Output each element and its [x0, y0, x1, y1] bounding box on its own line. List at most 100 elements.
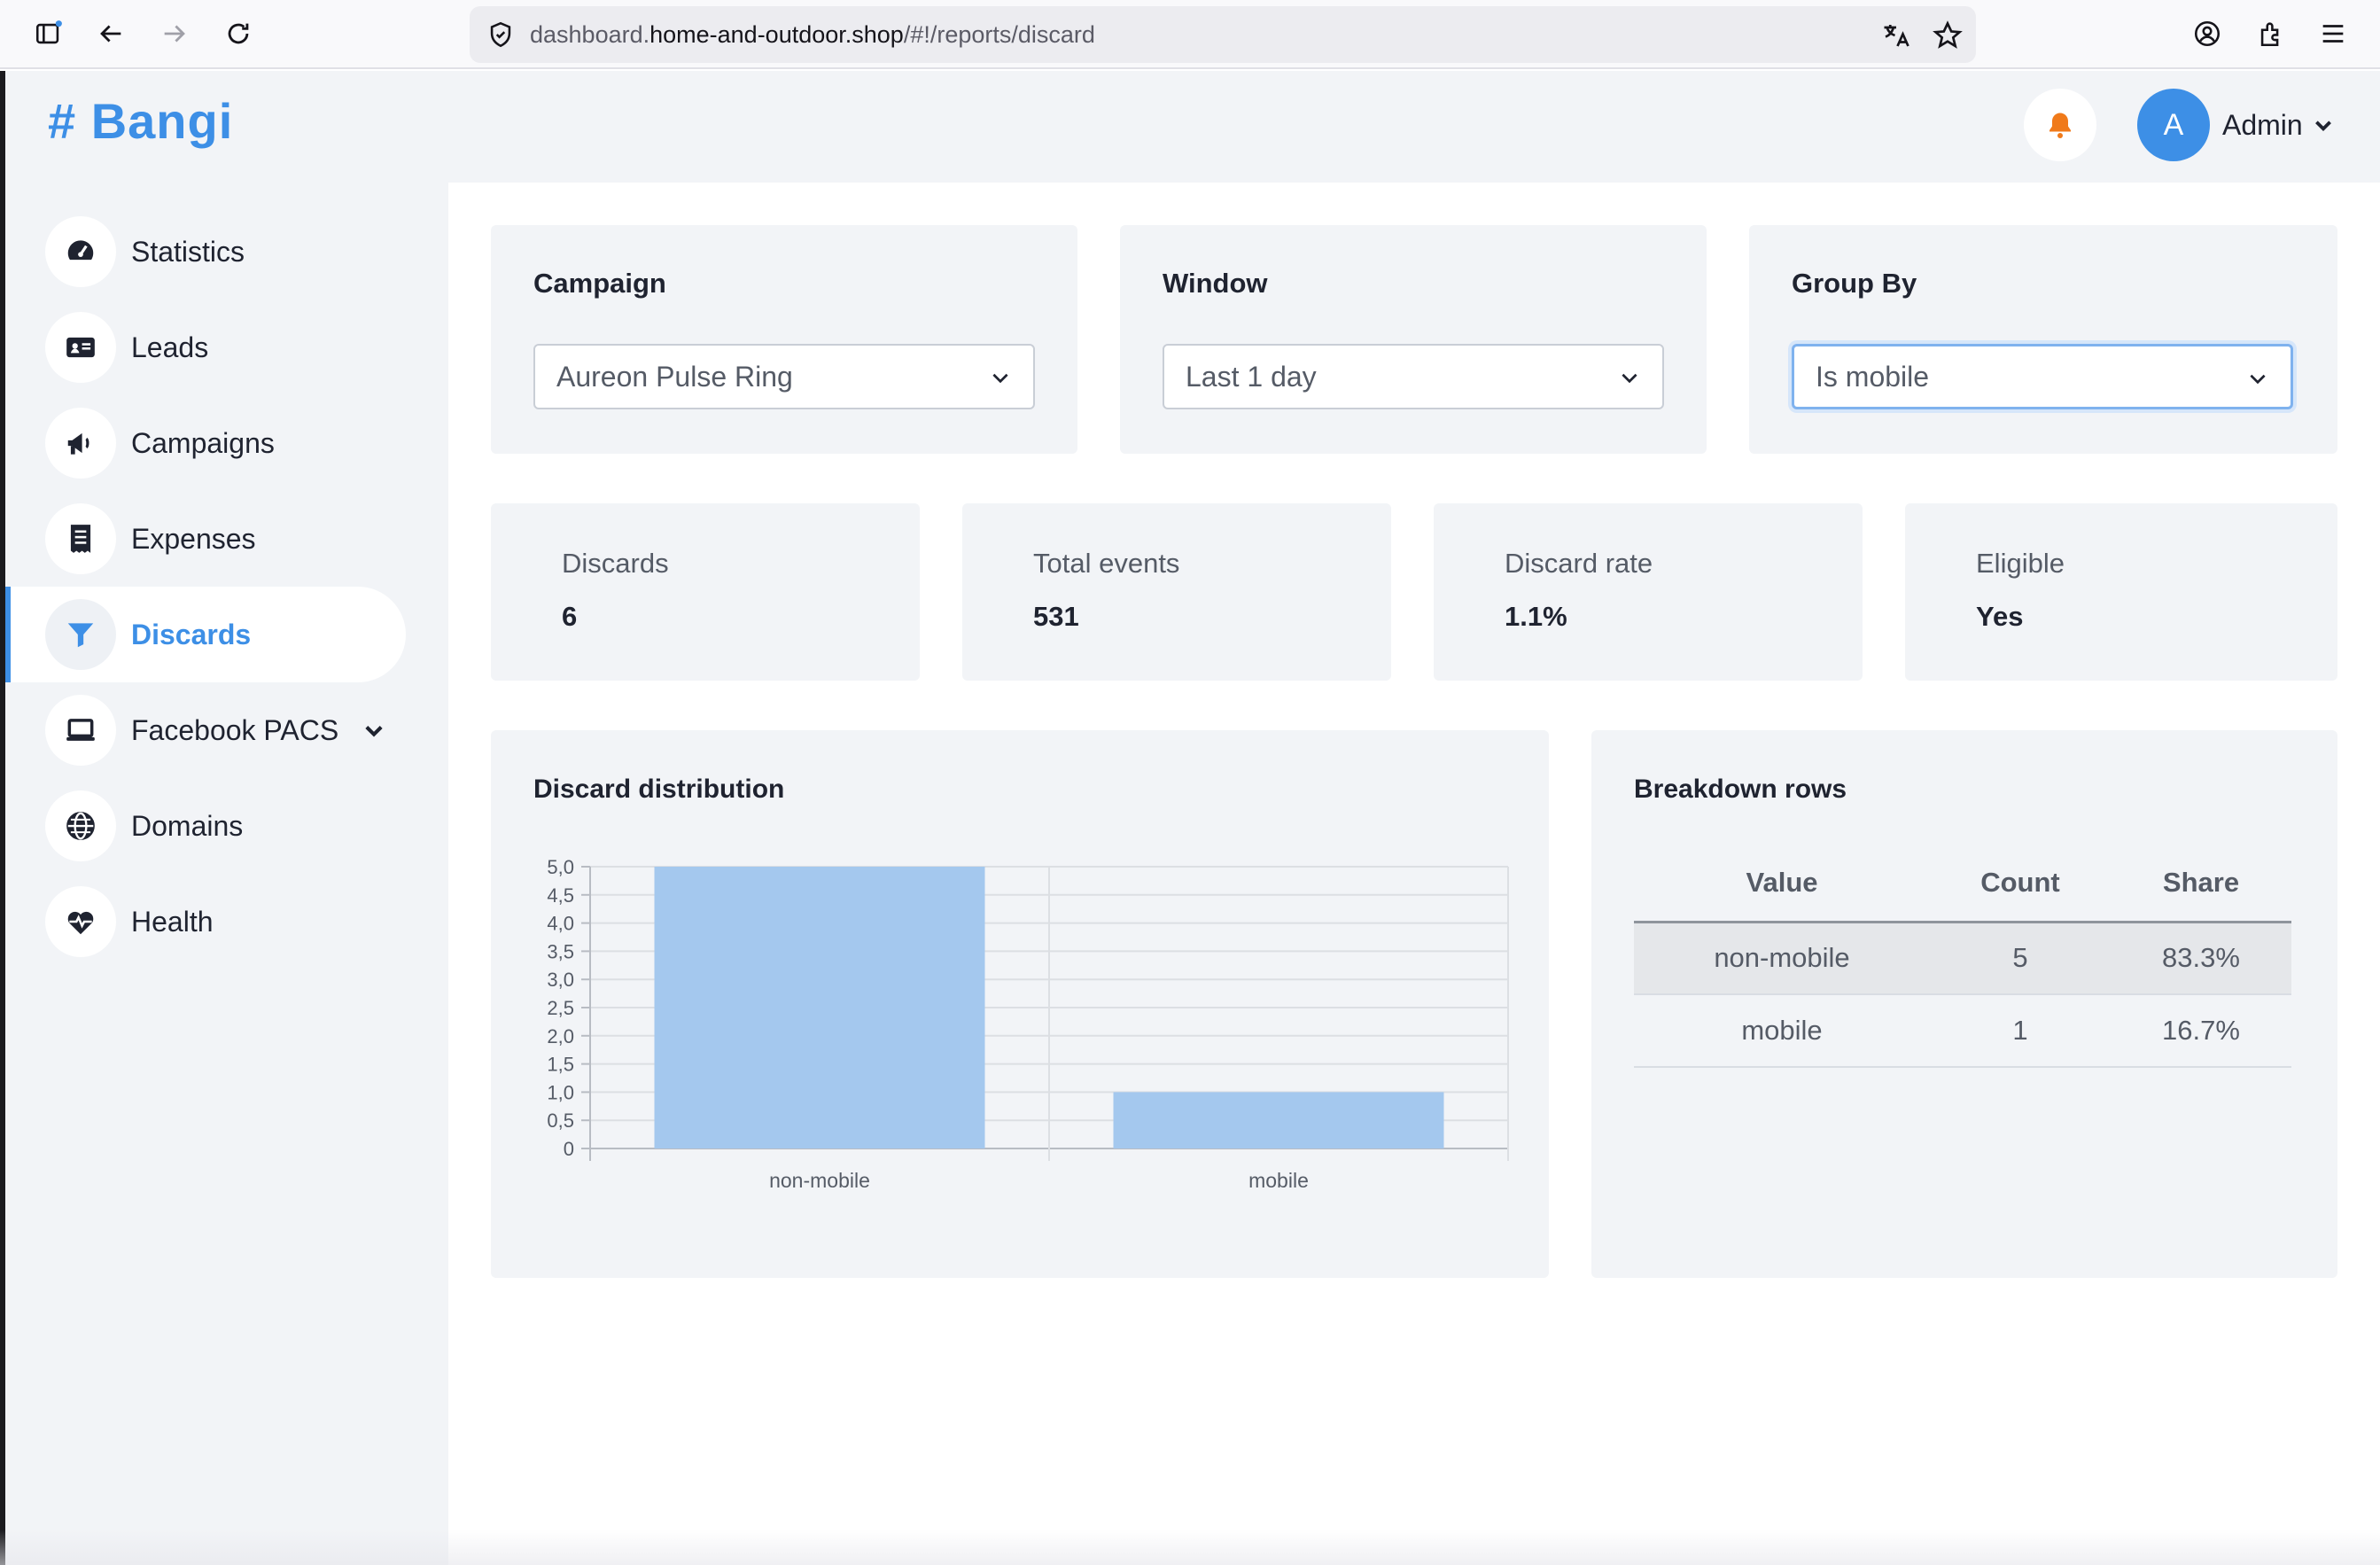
stat-label: Total events [1033, 548, 1180, 579]
bookmark-star-icon[interactable] [1932, 19, 1964, 51]
sidebar-item-leads[interactable]: Leads [5, 300, 406, 395]
sidebar-item-health[interactable]: Health [5, 874, 406, 969]
user-name: Admin [2222, 109, 2303, 141]
y-tick-label: 4,5 [547, 884, 574, 907]
address-bar[interactable]: dashboard.home-and-outdoor.shop/#!/repor… [470, 6, 1976, 63]
filter-label: Window [1163, 268, 1268, 299]
chevron-down-icon [2250, 374, 2266, 385]
chevron-down-icon[interactable] [362, 718, 386, 743]
y-tick-label: 3,0 [547, 969, 574, 991]
stat-card-eligible: Eligible Yes [1905, 503, 2337, 681]
active-indicator [5, 587, 11, 682]
x-tick-label: mobile [1248, 1169, 1309, 1192]
cell-count: 1 [1930, 994, 2111, 1068]
stat-value: 1.1% [1505, 601, 1567, 632]
sidebar-item-expenses[interactable]: Expenses [5, 491, 406, 587]
stat-card-total-events: Total events 531 [962, 503, 1391, 681]
sidebar-toggle-icon[interactable] [30, 15, 67, 52]
column-header-value[interactable]: Value [1634, 845, 1930, 923]
cell-share: 83.3% [2111, 922, 2291, 995]
filter-label: Campaign [533, 268, 666, 299]
y-tick-label: 0 [564, 1138, 574, 1160]
laptop-icon [66, 719, 95, 741]
avatar[interactable]: A [2137, 89, 2210, 161]
stat-label: Discard rate [1505, 548, 1653, 579]
table-header-row: Value Count Share [1634, 845, 2291, 923]
campaign-filter-card: Campaign Aureon Pulse Ring [491, 225, 1077, 454]
sidebar-item-label: Statistics [131, 236, 245, 268]
breakdown-title: Breakdown rows [1634, 775, 1847, 804]
chevron-down-icon [992, 373, 1008, 384]
sidebar-item-domains[interactable]: Domains [5, 778, 406, 874]
y-tick-label: 5,0 [547, 856, 574, 878]
select-value: Aureon Pulse Ring [556, 361, 793, 393]
breakdown-card: Breakdown rows Value Count Share non-mob… [1591, 730, 2337, 1278]
app-shell: # Bangi A Admin Statistics Leads Campaig… [5, 71, 2380, 1565]
sidebar-item-label: Discards [131, 619, 252, 650]
id-card-icon [66, 337, 95, 358]
y-tick-label: 2,5 [547, 997, 574, 1019]
menu-icon[interactable] [2314, 15, 2352, 52]
sidebar-item-facebook-pacs[interactable]: Facebook PACS [5, 682, 406, 778]
extensions-icon[interactable] [2252, 15, 2290, 52]
sidebar-item-statistics[interactable]: Statistics [5, 204, 406, 300]
discard-distribution-chart: 0 0,5 1,0 1,5 2,0 2,5 3,0 3,5 4,0 4,5 5,0 non-mobil… [547, 856, 1509, 1192]
gauge-icon [67, 240, 94, 261]
browser-toolbar: dashboard.home-and-outdoor.shop/#!/repor… [0, 0, 2380, 69]
bell-icon [2049, 113, 2071, 138]
reload-icon[interactable] [220, 15, 257, 52]
y-tick-label: 1,0 [547, 1081, 574, 1103]
notifications-button[interactable] [2024, 89, 2096, 161]
breakdown-table: Value Count Share non-mobile 5 83.3% mob… [1634, 845, 2291, 1068]
column-header-count[interactable]: Count [1930, 845, 2111, 923]
chevron-down-icon [1622, 373, 1637, 384]
y-tick-label: 2,0 [547, 1025, 574, 1047]
url-text: dashboard.home-and-outdoor.shop/#!/repor… [530, 21, 1095, 48]
group-by-select[interactable]: Is mobile [1792, 344, 2293, 409]
stat-card-discard-rate: Discard rate 1.1% [1434, 503, 1863, 681]
stat-value: Yes [1976, 601, 2024, 632]
y-tick-label: 3,5 [547, 940, 574, 962]
y-tick-label: 4,0 [547, 913, 574, 935]
sidebar-item-label: Domains [131, 810, 244, 842]
bar-mobile [1113, 1092, 1444, 1148]
heart-pulse-icon [67, 911, 94, 935]
bar-non-mobile [654, 867, 985, 1148]
megaphone-icon [67, 432, 89, 455]
window-select[interactable]: Last 1 day [1163, 344, 1664, 409]
forward-icon[interactable] [156, 15, 193, 52]
discard-distribution-card: Discard distribution 0 0,5 1,0 1,5 2,0 2,5 3,0… [491, 730, 1549, 1278]
table-row[interactable]: non-mobile 5 83.3% [1634, 922, 2291, 995]
translate-icon[interactable] [1880, 19, 1912, 51]
window-filter-card: Window Last 1 day [1120, 225, 1707, 454]
sidebar-item-label: Health [131, 906, 214, 938]
select-value: Last 1 day [1186, 361, 1317, 393]
shield-icon [490, 21, 511, 48]
globe-icon [66, 812, 95, 840]
y-tick-label: 1,5 [547, 1054, 574, 1076]
group-by-filter-card: Group By Is mobile [1749, 225, 2337, 454]
select-value: Is mobile [1816, 361, 1930, 393]
back-icon[interactable] [92, 15, 129, 52]
user-menu[interactable]: Admin [2222, 89, 2335, 161]
campaign-select[interactable]: Aureon Pulse Ring [533, 344, 1035, 409]
receipt-icon [70, 525, 91, 553]
sidebar-item-label: Expenses [131, 523, 256, 555]
stat-value: 6 [562, 601, 578, 632]
column-header-share[interactable]: Share [2111, 845, 2291, 923]
stat-value: 531 [1033, 601, 1079, 632]
cell-count: 5 [1930, 922, 2111, 995]
cell-share: 16.7% [2111, 994, 2291, 1068]
x-tick-label: non-mobile [769, 1169, 870, 1192]
chevron-down-icon [2314, 121, 2331, 132]
app-logo[interactable]: # Bangi [48, 90, 233, 152]
stat-card-discards: Discards 6 [491, 503, 920, 681]
sidebar-item-campaigns[interactable]: Campaigns [5, 395, 406, 491]
main-content: Campaign Aureon Pulse Ring Window Last 1… [448, 183, 2380, 1565]
sidebar-item-discards[interactable]: Discards [5, 587, 406, 682]
table-row[interactable]: mobile 1 16.7% [1634, 994, 2291, 1068]
window-bottom-shadow [0, 1530, 2380, 1565]
account-icon[interactable] [2189, 15, 2226, 52]
filter-label: Group By [1792, 268, 1917, 299]
stat-label: Eligible [1976, 548, 2065, 579]
